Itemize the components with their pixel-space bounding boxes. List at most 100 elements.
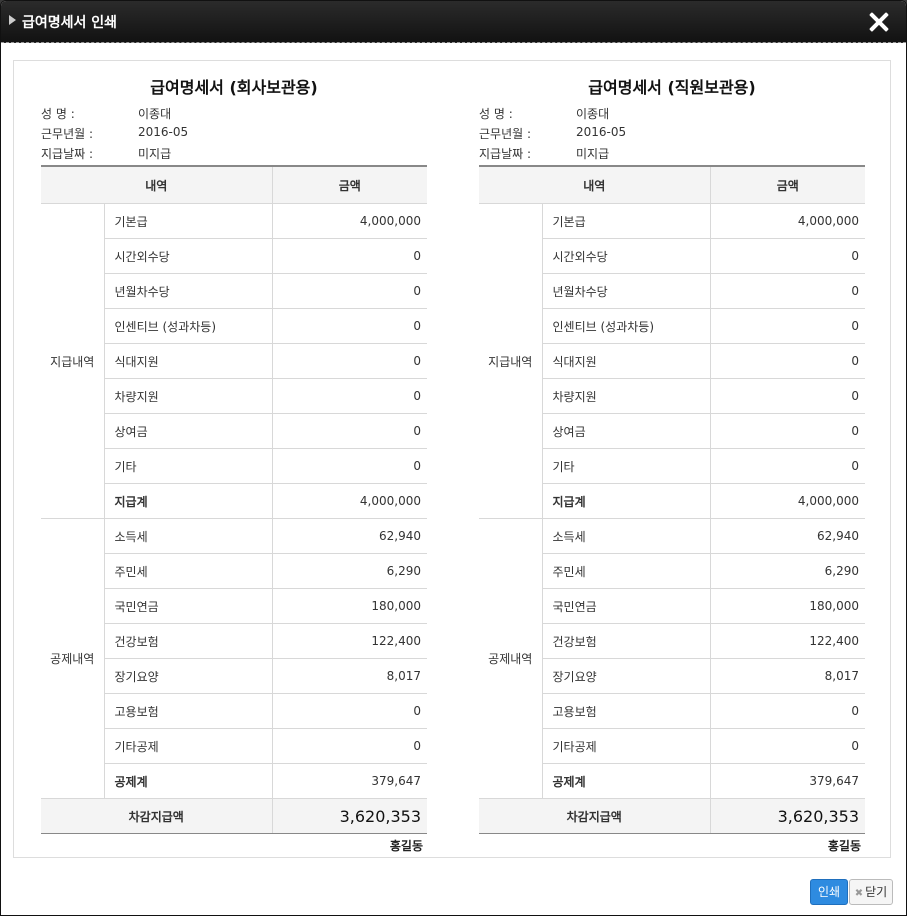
item-amount: 0 [710, 308, 865, 344]
item-amount: 62,940 [272, 518, 427, 554]
item-label: 주민세 [542, 553, 711, 589]
item-amount: 0 [272, 413, 427, 449]
item-amount: 8,017 [710, 658, 865, 694]
info-value: 미지급 [138, 147, 172, 161]
item-amount: 6,290 [710, 553, 865, 589]
item-label: 년월차수당 [104, 273, 273, 309]
info-value: 이종대 [138, 107, 172, 121]
item-amount: 4,000,000 [710, 203, 865, 239]
net-pay-label: 차감지급액 [41, 798, 273, 834]
item-amount: 122,400 [710, 623, 865, 659]
item-label: 장기요양 [104, 658, 273, 694]
info-key: 성 명 : [479, 107, 513, 121]
pay-table: 내역 금액 지급내역 기본급 4,000,000 시간외수당 0 년월차수당 0 인센티브 (성과… [41, 165, 427, 834]
item-label: 기본급 [542, 203, 711, 239]
column-header-amount: 금액 [710, 165, 865, 204]
item-label: 국민연금 [104, 588, 273, 624]
close-icon[interactable] [866, 9, 892, 35]
item-label: 주민세 [104, 553, 273, 589]
item-label: 식대지원 [104, 343, 273, 379]
item-amount: 0 [710, 413, 865, 449]
pay-table: 내역 금액 지급내역 기본급 4,000,000 시간외수당 0 년월차수당 0 인센티브 (성과… [479, 165, 865, 834]
info-key: 지급날짜 : [479, 147, 532, 161]
info-value: 미지급 [576, 147, 610, 161]
info-key: 성 명 : [41, 107, 75, 121]
net-pay-amount: 3,620,353 [272, 798, 427, 834]
dialog-title: 급여명세서 인쇄 [22, 15, 118, 31]
info-key: 근무년월 : [479, 127, 532, 141]
item-amount: 62,940 [710, 518, 865, 554]
item-amount: 0 [710, 273, 865, 309]
item-amount: 0 [272, 273, 427, 309]
deductions-total-amount: 379,647 [710, 763, 865, 799]
item-amount: 8,017 [272, 658, 427, 694]
payments-total-label: 지급계 [104, 483, 273, 519]
table-header-row: 내역 금액 [41, 165, 427, 204]
item-amount: 0 [710, 693, 865, 729]
table-row: 지급내역 기본급 4,000,000 [41, 203, 427, 519]
item-amount: 0 [710, 343, 865, 379]
info-value: 이종대 [576, 107, 610, 121]
item-amount: 0 [710, 728, 865, 764]
net-pay-row: 차감지급액 3,620,353 [41, 798, 427, 834]
payments-total-amount: 4,000,000 [272, 483, 427, 519]
item-label: 소득세 [104, 518, 273, 554]
item-amount: 0 [710, 448, 865, 484]
item-label: 기타공제 [104, 728, 273, 764]
column-header-item: 내역 [479, 165, 711, 204]
signer-name: 홍길동 [827, 839, 861, 853]
print-dialog: 급여명세서 인쇄 급여명세서 (회사보관용) 성 명 : 이종대근무년월 : 2016… [0, 0, 907, 916]
item-amount: 0 [272, 308, 427, 344]
table-row: 공제내역 소득세 62,940 [479, 518, 865, 799]
net-pay-label: 차감지급액 [479, 798, 711, 834]
item-amount: 4,000,000 [272, 203, 427, 239]
deductions-total-label: 공제계 [104, 763, 273, 799]
item-label: 건강보험 [542, 623, 711, 659]
item-label: 년월차수당 [542, 273, 711, 309]
item-label: 시간외수당 [542, 238, 711, 274]
close-button-label: 닫기 [865, 885, 888, 899]
item-amount: 0 [272, 448, 427, 484]
item-label: 차량지원 [104, 378, 273, 414]
info-key: 지급날짜 : [41, 147, 94, 161]
info-value: 2016-05 [138, 125, 189, 139]
slip-title: 급여명세서 (회사보관용) [150, 78, 318, 97]
item-amount: 0 [272, 693, 427, 729]
item-label: 시간외수당 [104, 238, 273, 274]
item-label: 기타 [542, 448, 711, 484]
item-label: 고용보험 [104, 693, 273, 729]
item-amount: 0 [272, 378, 427, 414]
item-amount: 180,000 [710, 588, 865, 624]
net-pay-amount: 3,620,353 [710, 798, 865, 834]
item-label: 기타 [104, 448, 273, 484]
item-label: 고용보험 [542, 693, 711, 729]
print-button[interactable]: 인쇄 [810, 879, 848, 905]
item-label: 기본급 [104, 203, 273, 239]
item-label: 상여금 [104, 413, 273, 449]
item-amount: 6,290 [272, 553, 427, 589]
payments-total-amount: 4,000,000 [710, 483, 865, 519]
item-label: 상여금 [542, 413, 711, 449]
item-amount: 0 [272, 343, 427, 379]
net-pay-row: 차감지급액 3,620,353 [479, 798, 865, 834]
triangle-right-icon [9, 15, 16, 25]
item-label: 국민연금 [542, 588, 711, 624]
column-header-amount: 금액 [272, 165, 427, 204]
close-button[interactable]: ✖ 닫기 [849, 879, 893, 905]
deductions-group-label: 공제내역 [41, 518, 105, 799]
table-row: 지급내역 기본급 4,000,000 [479, 203, 865, 519]
x-icon: ✖ [854, 888, 864, 899]
item-amount: 0 [272, 238, 427, 274]
deductions-total-label: 공제계 [542, 763, 711, 799]
signer-name: 홍길동 [389, 839, 423, 853]
item-amount: 180,000 [272, 588, 427, 624]
slip-title: 급여명세서 (직원보관용) [588, 78, 756, 97]
payments-group-label: 지급내역 [41, 203, 105, 519]
payments-group-label: 지급내역 [479, 203, 543, 519]
dialog-titlebar[interactable]: 급여명세서 인쇄 [1, 1, 906, 43]
item-amount: 0 [272, 728, 427, 764]
item-label: 기타공제 [542, 728, 711, 764]
item-amount: 122,400 [272, 623, 427, 659]
deductions-total-amount: 379,647 [272, 763, 427, 799]
item-label: 인센티브 (성과차등) [104, 308, 273, 344]
